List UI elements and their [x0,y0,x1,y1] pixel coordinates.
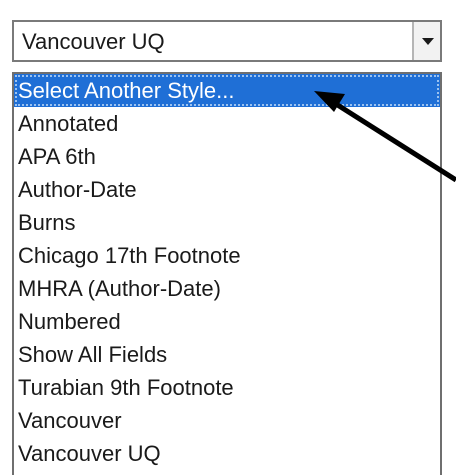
list-item-apa-6th[interactable]: APA 6th [14,140,440,173]
chevron-down-icon [422,38,434,45]
list-item-burns[interactable]: Burns [14,206,440,239]
list-item-mhra-author-date[interactable]: MHRA (Author-Date) [14,272,440,305]
list-item-numbered[interactable]: Numbered [14,305,440,338]
dropdown-toggle-button[interactable] [412,22,440,60]
list-item-author-date[interactable]: Author-Date [14,173,440,206]
combobox-selected-value: Vancouver UQ [22,29,165,54]
citation-style-picker: Vancouver UQ Select Another Style... Ann… [0,0,456,475]
list-item-turabian-9th-footnote[interactable]: Turabian 9th Footnote [14,371,440,404]
citation-style-combobox[interactable]: Vancouver UQ [12,20,442,62]
list-item-chicago-17th-footnote[interactable]: Chicago 17th Footnote [14,239,440,272]
list-item-annotated[interactable]: Annotated [14,107,440,140]
list-item-vancouver-uq[interactable]: Vancouver UQ [14,437,440,470]
list-item-select-another-style[interactable]: Select Another Style... [14,74,440,107]
list-item-show-all-fields[interactable]: Show All Fields [14,338,440,371]
list-item-vancouver[interactable]: Vancouver [14,404,440,437]
style-dropdown-list: Select Another Style... Annotated APA 6t… [12,72,442,475]
